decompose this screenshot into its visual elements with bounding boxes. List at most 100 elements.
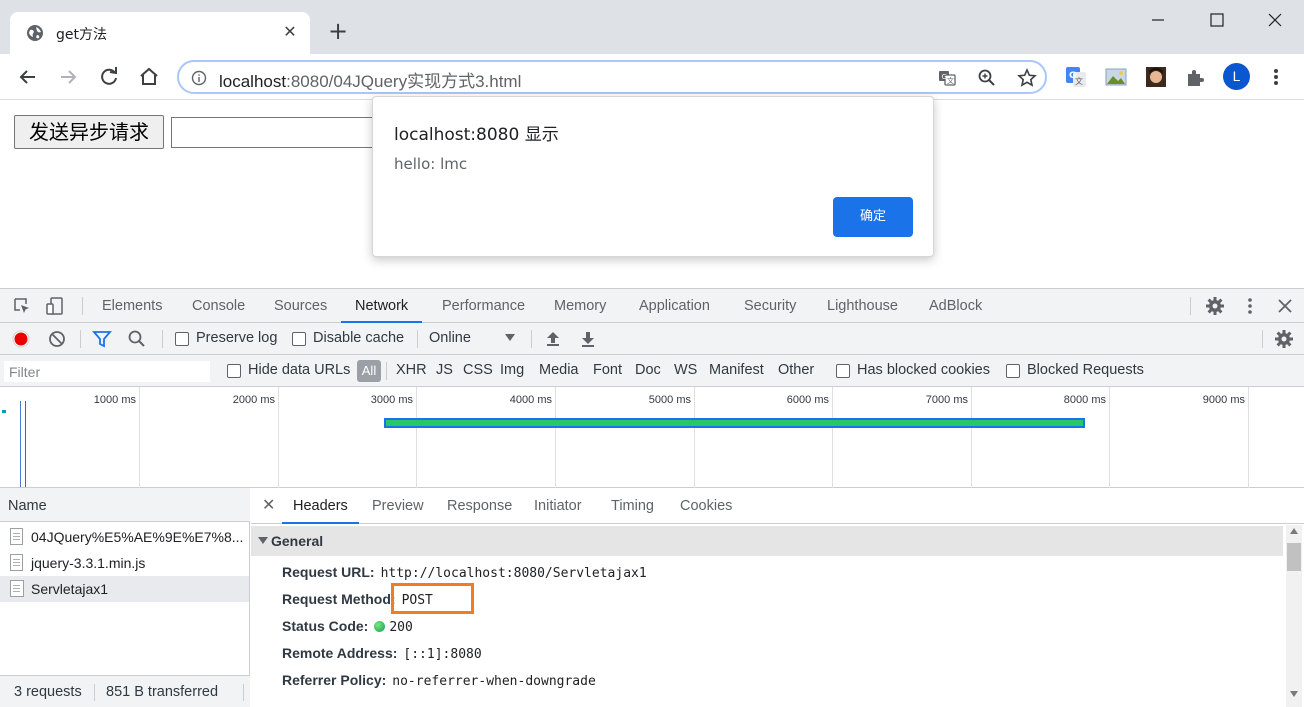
forward-icon[interactable] <box>55 64 81 90</box>
scroll-up-arrow-icon[interactable] <box>1289 527 1299 535</box>
header-row-status-code: Status Code: 200 <box>282 618 413 638</box>
tab-initiator[interactable]: Initiator <box>534 488 582 524</box>
tab-application[interactable]: Application <box>639 289 710 323</box>
tab-performance[interactable]: Performance <box>442 289 525 323</box>
tab-sources[interactable]: Sources <box>274 289 327 323</box>
translate-icon[interactable]: G文 <box>937 68 957 88</box>
info-icon[interactable] <box>191 70 207 86</box>
url-text: localhost:8080/04JQuery实现方式3.html <box>219 67 521 92</box>
chevron-down-icon <box>505 334 515 341</box>
extensions-puzzle-icon[interactable] <box>1184 65 1208 89</box>
separator <box>82 297 83 315</box>
has-blocked-cookies-checkbox[interactable] <box>836 364 850 378</box>
browser-tab[interactable]: get方法 ✕ <box>10 12 310 54</box>
tab-console[interactable]: Console <box>192 289 245 323</box>
inspect-element-icon[interactable] <box>12 296 32 316</box>
tick-line <box>832 387 833 488</box>
general-section-header[interactable]: General <box>251 526 1283 556</box>
throttling-value: Online <box>429 330 471 346</box>
window-close-icon[interactable] <box>1255 8 1295 32</box>
filter-bar: Filter Hide data URLs All XHR JS CSS Img… <box>0 355 1304 387</box>
network-settings-icon[interactable] <box>1274 329 1294 349</box>
dialog-ok-button[interactable]: 确定 <box>833 197 913 237</box>
tab-memory[interactable]: Memory <box>554 289 606 323</box>
scroll-down-arrow-icon[interactable] <box>1289 690 1299 698</box>
header-key: Request Method: <box>282 591 396 607</box>
record-icon[interactable] <box>11 329 31 349</box>
filter-type-font[interactable]: Font <box>593 362 622 378</box>
zoom-icon[interactable] <box>977 68 997 88</box>
request-name: jquery-3.3.1.min.js <box>31 555 146 571</box>
filter-funnel-icon[interactable] <box>92 329 112 349</box>
detail-close-icon[interactable]: ✕ <box>262 488 275 524</box>
hide-data-urls-checkbox[interactable] <box>227 364 241 378</box>
request-row[interactable]: jquery-3.3.1.min.js <box>0 550 249 576</box>
request-row[interactable]: 04JQuery%E5%AE%9E%E7%8... <box>0 524 249 550</box>
send-async-request-button[interactable]: 发送异步请求 <box>14 115 164 149</box>
title-bar: get方法 ✕ + <box>0 0 1304 54</box>
devtools-menu-icon[interactable] <box>1240 296 1260 316</box>
tick-label: 1000 ms <box>93 394 136 406</box>
tab-timing[interactable]: Timing <box>611 488 654 524</box>
search-icon[interactable] <box>127 329 147 349</box>
tab-lighthouse[interactable]: Lighthouse <box>827 289 898 323</box>
tab-close-icon[interactable]: ✕ <box>280 22 300 42</box>
back-icon[interactable] <box>15 64 41 90</box>
blocked-requests-checkbox[interactable] <box>1006 364 1020 378</box>
reload-icon[interactable] <box>96 64 122 90</box>
tab-response[interactable]: Response <box>447 488 512 524</box>
profile-avatar[interactable]: L <box>1223 63 1250 90</box>
device-toolbar-icon[interactable] <box>45 296 65 316</box>
home-icon[interactable] <box>136 64 162 90</box>
filter-type-img[interactable]: Img <box>500 362 524 378</box>
disable-cache-checkbox[interactable] <box>292 332 306 346</box>
tab-adblock[interactable]: AdBlock <box>929 289 982 323</box>
filter-type-doc[interactable]: Doc <box>635 362 661 378</box>
tab-security[interactable]: Security <box>744 289 796 323</box>
detail-scrollbar-thumb[interactable] <box>1287 543 1301 571</box>
filter-input[interactable]: Filter <box>4 361 210 382</box>
separator <box>1262 330 1263 348</box>
tab-cookies[interactable]: Cookies <box>680 488 732 524</box>
disable-cache-label: Disable cache <box>313 330 405 346</box>
preserve-log-label: Preserve log <box>196 330 278 346</box>
filter-type-xhr[interactable]: XHR <box>396 362 427 378</box>
request-list-header[interactable]: Name <box>0 488 250 522</box>
tick-line <box>555 387 556 488</box>
request-name: 04JQuery%E5%AE%9E%E7%8... <box>31 529 244 545</box>
clear-icon[interactable] <box>47 329 67 349</box>
filter-type-js[interactable]: JS <box>436 362 453 378</box>
filter-type-ws[interactable]: WS <box>674 362 697 378</box>
export-har-icon[interactable] <box>578 329 598 349</box>
bookmark-star-icon[interactable] <box>1017 68 1037 88</box>
filter-type-manifest[interactable]: Manifest <box>709 362 764 378</box>
address-bar[interactable]: localhost:8080/04JQuery实现方式3.html G文 <box>177 60 1047 94</box>
tick-label: 5000 ms <box>648 394 691 406</box>
devtools-close-icon[interactable] <box>1275 296 1295 316</box>
page-text-input[interactable] <box>171 117 381 148</box>
google-translate-extension-icon[interactable]: G文 <box>1064 65 1088 89</box>
new-tab-button[interactable]: + <box>326 19 350 44</box>
import-har-icon[interactable] <box>543 329 563 349</box>
filter-type-media[interactable]: Media <box>539 362 579 378</box>
avatar-extension-icon[interactable] <box>1144 65 1168 89</box>
tab-network[interactable]: Network <box>341 289 423 323</box>
request-summary-bar: 3 requests 851 B transferred <box>0 675 250 707</box>
request-row-selected[interactable]: Servletajax1 <box>0 576 249 602</box>
preserve-log-checkbox[interactable] <box>175 332 189 346</box>
browser-menu-icon[interactable] <box>1266 66 1286 88</box>
maximize-icon[interactable] <box>1197 8 1237 32</box>
filter-type-other[interactable]: Other <box>778 362 814 378</box>
separator <box>417 330 418 348</box>
settings-gear-icon[interactable] <box>1205 296 1225 316</box>
throttling-select[interactable]: Online <box>429 328 519 350</box>
separator <box>386 362 387 380</box>
tab-preview[interactable]: Preview <box>372 488 424 524</box>
tab-elements[interactable]: Elements <box>102 289 162 323</box>
minimize-icon[interactable] <box>1138 8 1178 32</box>
tab-headers[interactable]: Headers <box>282 488 359 524</box>
network-overview[interactable]: 1000 ms 2000 ms 3000 ms 4000 ms 5000 ms … <box>0 387 1304 488</box>
filter-all-chip[interactable]: All <box>357 360 381 382</box>
image-extension-icon[interactable] <box>1104 65 1128 89</box>
filter-type-css[interactable]: CSS <box>463 362 493 378</box>
